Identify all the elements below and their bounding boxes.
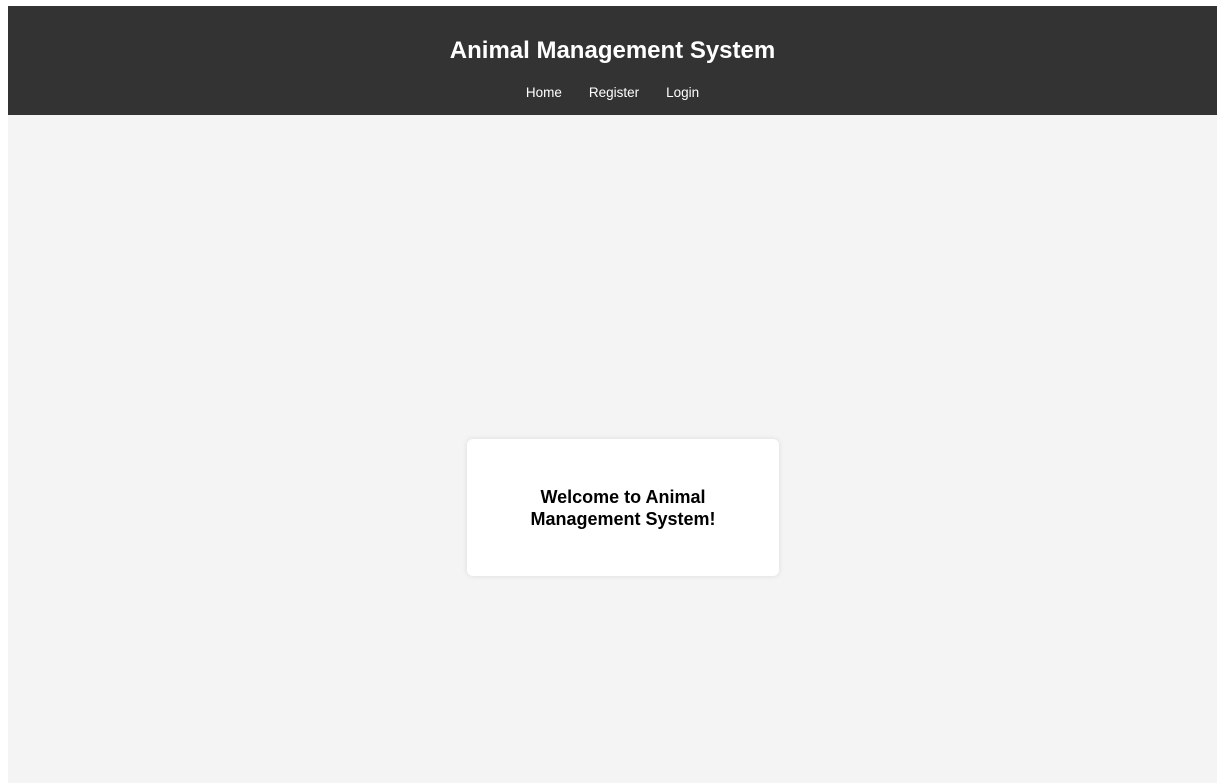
page: Animal Management System Home Register L… — [8, 6, 1217, 783]
welcome-card: Welcome to Animal Management System! — [467, 439, 779, 576]
site-header: Animal Management System Home Register L… — [8, 6, 1217, 115]
nav-register-link[interactable]: Register — [589, 84, 639, 102]
welcome-message: Welcome to Animal Management System! — [530, 486, 716, 529]
nav-home-link[interactable]: Home — [526, 84, 562, 102]
nav-login-link[interactable]: Login — [666, 84, 699, 102]
site-title: Animal Management System — [449, 37, 776, 64]
main-nav: Home Register Login — [8, 84, 1217, 102]
main-content: Welcome to Animal Management System! — [8, 115, 1217, 783]
